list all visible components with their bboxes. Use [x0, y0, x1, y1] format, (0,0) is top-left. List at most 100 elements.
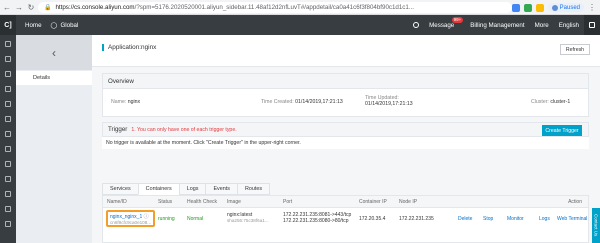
- container-id: cn6f9cfc9ca0e108...: [110, 220, 152, 225]
- paused-label: Paused: [559, 4, 580, 11]
- more-label: More: [534, 21, 549, 29]
- col-name-id: Name/ID: [107, 199, 127, 205]
- extension-icon[interactable]: [523, 3, 532, 12]
- col-health-check: Health Check: [187, 199, 218, 205]
- nav-home-label: Home: [25, 21, 42, 29]
- search-button[interactable]: [408, 15, 424, 35]
- col-action: Action: [568, 199, 582, 205]
- tab-logs[interactable]: Logs: [178, 183, 206, 195]
- overview-panel: Overview Name: nginx Time Created: 01/14…: [102, 73, 589, 117]
- delete-action[interactable]: Delete: [458, 216, 472, 222]
- col-container-ip: Container IP: [359, 199, 387, 205]
- menu-dots-icon[interactable]: ⋮: [588, 3, 596, 12]
- trigger-empty-message: No trigger is available at the moment. C…: [102, 137, 589, 149]
- language-label: English: [558, 21, 579, 29]
- port-mapping-2: 172.22.231.235:8080->80/tcp: [283, 218, 349, 224]
- network-icon[interactable]: [5, 86, 11, 92]
- main-content: Application:nginx Refresh Overview Name:…: [92, 35, 600, 243]
- globe-icon: ◯: [50, 21, 58, 29]
- avatar: [551, 4, 558, 11]
- shield-icon[interactable]: [5, 176, 11, 182]
- app-tabs: Services Containers Logs Events Routes: [102, 183, 271, 195]
- monitor-action[interactable]: Monitor: [507, 216, 524, 222]
- container-name-link[interactable]: nginx_nginx_1 ⓘ: [110, 213, 151, 220]
- health-normal: Normal: [187, 216, 204, 222]
- overview-heading: Overview: [103, 74, 588, 89]
- user-icon: [589, 22, 595, 28]
- region-selector[interactable]: ◯ Global: [51, 22, 79, 29]
- billing-management-link[interactable]: Billing Management: [465, 15, 529, 35]
- name-label: Name:: [111, 99, 127, 105]
- web-terminal-action[interactable]: Web Terminal: [557, 216, 587, 222]
- logs-action[interactable]: Logs: [539, 216, 550, 222]
- col-status: Status: [158, 199, 173, 205]
- node-ip: 172.22.231.235: [399, 216, 434, 222]
- settings-icon[interactable]: [5, 191, 11, 197]
- trigger-heading: Trigger: [108, 126, 128, 133]
- nav-home[interactable]: Home: [25, 22, 42, 29]
- aliyun-logo[interactable]: C]: [0, 15, 16, 35]
- more-menu[interactable]: More: [530, 15, 554, 35]
- containers-table: Name/ID Status Health Check Image Port C…: [102, 195, 589, 243]
- billing-label: Billing Management: [470, 21, 525, 29]
- back-arrow-icon[interactable]: ←: [2, 2, 12, 12]
- region-label: Global: [60, 21, 79, 29]
- profile-paused-button[interactable]: Paused: [547, 3, 584, 12]
- ecs-icon[interactable]: [5, 56, 11, 62]
- sidebar-item-label: Details: [33, 75, 51, 81]
- tab-events[interactable]: Events: [205, 183, 237, 195]
- contact-us-tab[interactable]: Contact Us: [592, 208, 600, 243]
- tab-containers[interactable]: Containers: [137, 183, 179, 195]
- forward-arrow-icon[interactable]: →: [14, 2, 24, 12]
- product-icon-rail: [0, 35, 16, 243]
- user-avatar[interactable]: [584, 15, 600, 35]
- cluster-value: cluster-1: [550, 99, 571, 105]
- container-icon[interactable]: [5, 131, 11, 137]
- cloud-icon[interactable]: [5, 116, 11, 122]
- menu-icon[interactable]: [5, 41, 11, 47]
- image-cell: nginx:latest sha256:75c38f6a1...: [227, 212, 269, 223]
- chevron-left-icon: ‹: [52, 45, 56, 60]
- cube-icon[interactable]: [5, 101, 11, 107]
- status-running: running: [158, 216, 175, 222]
- storage-icon[interactable]: [5, 146, 11, 152]
- message-button[interactable]: Message 99+: [424, 15, 464, 35]
- translate-icon[interactable]: [511, 3, 520, 12]
- create-trigger-button[interactable]: Create Trigger: [542, 125, 582, 136]
- port-cell: 172.22.231.235:8081->443/tcp 172.22.231.…: [283, 212, 351, 224]
- refresh-button[interactable]: Refresh: [560, 44, 590, 55]
- database-icon[interactable]: [5, 71, 11, 77]
- back-button[interactable]: ‹: [16, 35, 92, 70]
- name-value: nginx: [127, 99, 141, 105]
- container-ip: 172.20.35.4: [359, 216, 386, 222]
- image-hash: sha256:75c38f6a1...: [227, 218, 269, 223]
- chart-icon[interactable]: [5, 221, 11, 227]
- sidebar-item-details[interactable]: Details: [16, 71, 92, 85]
- console-topnav: C] Home ◯ Global Message 99+ Billing Man…: [0, 15, 600, 35]
- col-image: Image: [227, 199, 241, 205]
- tab-services[interactable]: Services: [102, 183, 138, 195]
- address-bar[interactable]: 🔒 https://cs.console.aliyun.com/?spm=517…: [38, 2, 512, 13]
- url-host: https://cs.console.aliyun.com: [55, 4, 135, 11]
- page-title: Application:nginx: [102, 44, 156, 51]
- table-header: Name/ID Status Health Check Image Port C…: [103, 196, 588, 208]
- updated-value: 01/14/2019,17:21:13: [365, 101, 413, 107]
- browser-toolbar: ← → ↻ 🔒 https://cs.console.aliyun.com/?s…: [0, 0, 600, 15]
- trigger-panel: Trigger 1. You can only have one of each…: [102, 122, 589, 150]
- stop-action[interactable]: Stop: [483, 216, 493, 222]
- monitor-icon[interactable]: [5, 161, 11, 167]
- table-row: nginx_nginx_1 ⓘ cn6f9cfc9ca0e108... runn…: [103, 208, 588, 243]
- extension-icon[interactable]: [535, 3, 544, 12]
- secondary-sidebar: ‹ Details: [16, 35, 92, 243]
- created-value: 01/14/2019,17:21:13: [295, 99, 343, 105]
- reload-icon[interactable]: ↻: [26, 2, 36, 12]
- tab-routes[interactable]: Routes: [236, 183, 271, 195]
- col-port: Port: [283, 199, 293, 205]
- list-icon[interactable]: [5, 206, 11, 212]
- browser-extensions: Paused ⋮: [511, 2, 596, 13]
- search-icon: [413, 22, 420, 28]
- url-path: /?spm=5176.2020520001.aliyun_sidebar.11.…: [134, 4, 414, 11]
- lock-icon: 🔒: [44, 5, 52, 11]
- trigger-warning: 1. You can only have one of each trigger…: [131, 126, 237, 133]
- language-selector[interactable]: English: [554, 15, 584, 35]
